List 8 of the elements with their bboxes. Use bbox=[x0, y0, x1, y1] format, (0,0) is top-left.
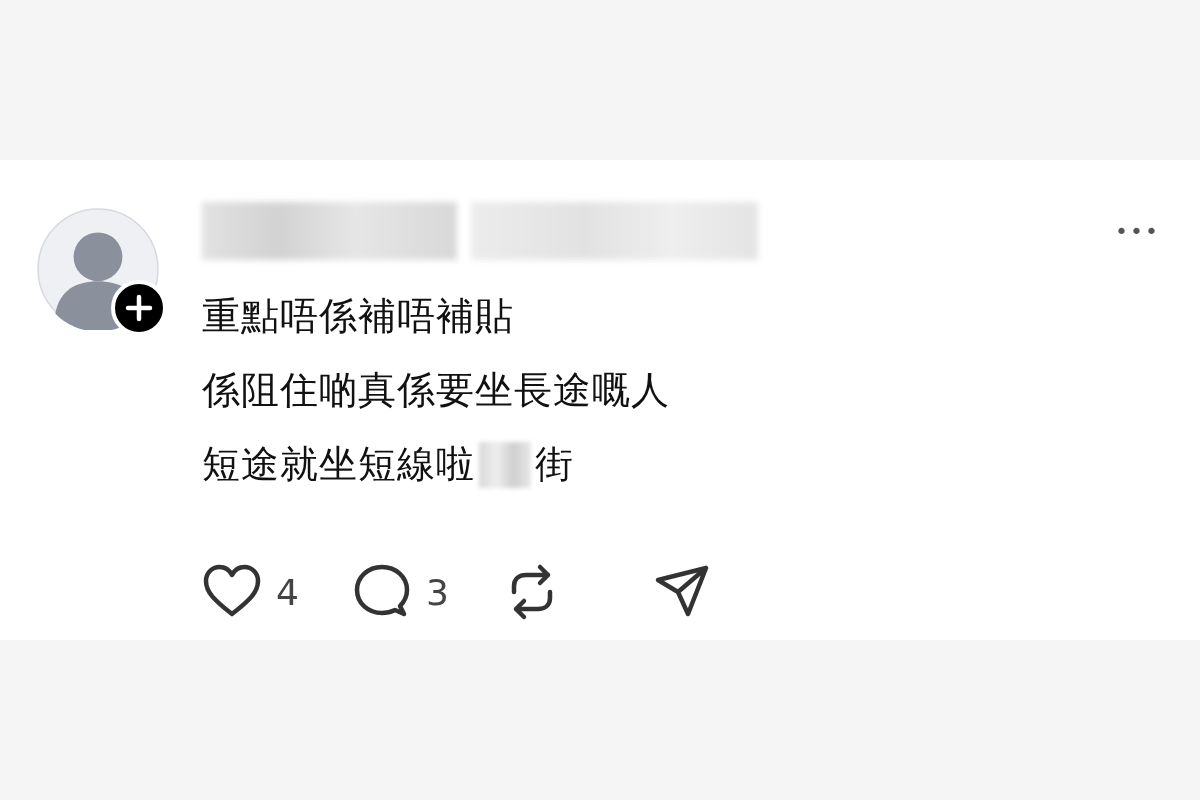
more-button[interactable]: ••• bbox=[1115, 218, 1160, 244]
post-text: 係阻住啲真係要坐長途嘅人 bbox=[202, 368, 670, 414]
post-text: 街 bbox=[535, 442, 574, 488]
post-text: 重點唔係補唔補貼 bbox=[202, 294, 514, 340]
count: 4 bbox=[276, 571, 299, 613]
count: 3 bbox=[426, 571, 449, 613]
blurred-text bbox=[479, 442, 531, 488]
post-text: 短途就坐短線啦 bbox=[202, 442, 475, 488]
